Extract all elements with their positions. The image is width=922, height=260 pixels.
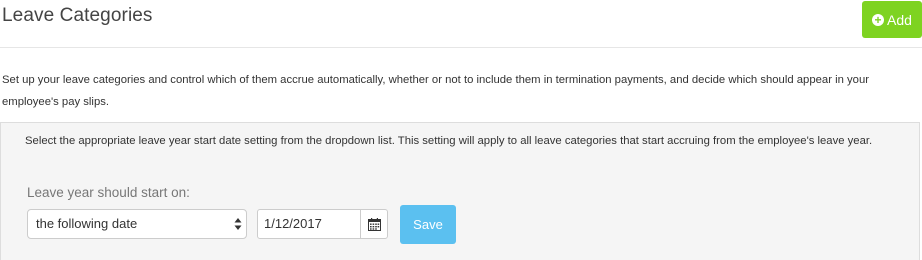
calendar-icon bbox=[367, 217, 381, 231]
header-divider bbox=[0, 47, 922, 48]
leave-year-start-selected: the following date bbox=[36, 216, 138, 231]
plus-circle-icon: + bbox=[872, 13, 885, 26]
intro-text: Set up your leave categories and control… bbox=[2, 74, 869, 108]
calendar-button[interactable] bbox=[360, 209, 388, 239]
leave-year-start-date-input[interactable]: 1/12/2017 bbox=[257, 209, 361, 239]
leave-year-panel: Select the appropriate leave year start … bbox=[0, 122, 920, 260]
leave-year-start-select[interactable]: the following date bbox=[27, 209, 247, 239]
page-title: Leave Categories bbox=[2, 5, 153, 26]
leave-year-description: Select the appropriate leave year start … bbox=[25, 135, 873, 147]
select-arrows-icon bbox=[234, 218, 242, 230]
leave-year-start-label: Leave year should start on: bbox=[27, 185, 190, 200]
save-button[interactable]: Save bbox=[400, 205, 456, 244]
add-button-label: Add bbox=[887, 11, 912, 28]
add-category-button[interactable]: + Add bbox=[862, 1, 922, 38]
